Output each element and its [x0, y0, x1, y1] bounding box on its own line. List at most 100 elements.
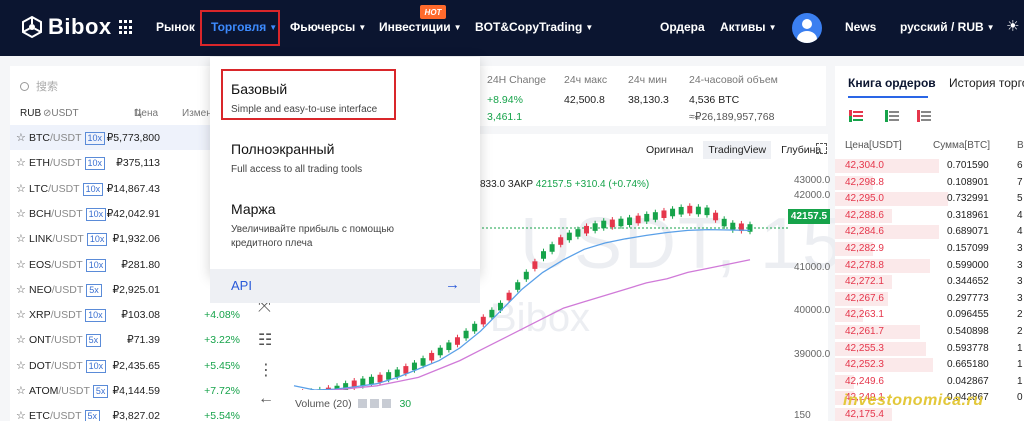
- back-arrow-icon[interactable]: ←: [258, 390, 274, 408]
- star-icon[interactable]: ☆: [16, 283, 26, 296]
- market-row[interactable]: ☆ XRP/USDT 10x ₽103.08 +4.08%: [10, 302, 246, 327]
- star-icon[interactable]: ☆: [16, 131, 26, 144]
- pair-name: BTC/USDT 10x: [29, 132, 106, 145]
- y-tick: 42000.0: [794, 190, 831, 201]
- close-icon[interactable]: [381, 399, 391, 408]
- book-row[interactable]: 42,261.7 0.540898 2: [835, 324, 1024, 341]
- pair-price: ₽2,435.65: [112, 359, 160, 372]
- book-total: 1: [1017, 342, 1023, 354]
- book-price: 42,295.0: [845, 193, 884, 205]
- tab-original[interactable]: Оригинал: [646, 144, 693, 156]
- nav-bot[interactable]: BOT&CopyTrading ▼: [475, 20, 593, 34]
- candle: [386, 372, 392, 380]
- star-icon[interactable]: ☆: [16, 182, 26, 195]
- pair-price: ₽1,932.06: [112, 233, 160, 246]
- star-icon[interactable]: ☆: [16, 333, 26, 346]
- market-row[interactable]: ☆ DOT/USDT 10x ₽2,435.65 +5.45%: [10, 353, 246, 378]
- filter-usdt[interactable]: ⊘ USDT: [43, 108, 79, 119]
- book-sell-icon[interactable]: [917, 110, 931, 122]
- nav-market[interactable]: Рынок: [156, 20, 195, 34]
- nav-invest[interactable]: Инвестиции ▼: [379, 20, 462, 34]
- book-row[interactable]: 42,249.6 0.042867 1: [835, 374, 1024, 391]
- book-amount: 0.540898: [947, 326, 989, 337]
- stat-max-label: 24ч макс: [564, 74, 608, 86]
- star-icon[interactable]: ☆: [16, 359, 26, 372]
- search-icon: [20, 81, 29, 91]
- book-price: 42,249.6: [845, 375, 884, 387]
- site-watermark: investonomica.ru: [843, 392, 984, 409]
- chevron-down-icon: ▼: [453, 23, 462, 32]
- book-total: 2: [1017, 309, 1023, 321]
- chevron-down-icon: ▼: [585, 23, 594, 32]
- book-price: 42,175.4: [845, 409, 884, 420]
- book-amount: 0.042867: [947, 375, 989, 387]
- book-price: 42,252.3: [845, 359, 884, 371]
- bibox-logo[interactable]: Bibox: [20, 14, 112, 40]
- book-row[interactable]: 42,255.3 0.593778 1: [835, 341, 1024, 358]
- star-icon[interactable]: ☆: [16, 156, 26, 169]
- menu-item-api[interactable]: API →: [210, 269, 480, 303]
- measure-tool-icon[interactable]: ⋮: [258, 360, 274, 380]
- book-row[interactable]: 42,282.9 0.157099 3: [835, 241, 1024, 258]
- star-icon[interactable]: ☆: [16, 384, 26, 397]
- book-row[interactable]: 42,295.0 0.732991 5: [835, 191, 1024, 208]
- stat-min: 24ч мин 38,130.3: [628, 74, 669, 106]
- book-row[interactable]: 42,304.0 0.701590 6: [835, 158, 1024, 175]
- theme-toggle-icon[interactable]: ☀: [1006, 19, 1022, 35]
- market-row[interactable]: ☆ ETC/USDT 5x ₽3,827.02 +5.54%: [10, 403, 246, 421]
- tab-order-book[interactable]: Книга ордеров: [848, 76, 936, 90]
- leverage-badge: 10x: [86, 233, 108, 247]
- user-avatar[interactable]: [792, 13, 822, 43]
- tab-tradingview[interactable]: TradingView: [703, 141, 772, 159]
- book-buy-icon[interactable]: [885, 110, 899, 122]
- book-row[interactable]: 42,252.3 0.665180 1: [835, 357, 1024, 374]
- nav-news[interactable]: News: [845, 20, 876, 34]
- nav-bot-label: BOT&CopyTrading: [475, 20, 583, 34]
- star-icon[interactable]: ☆: [16, 308, 26, 321]
- menu-item-margin[interactable]: Маржа Увеличивайте прибыль с помощью кре…: [231, 201, 421, 251]
- book-row[interactable]: 42,298.8 0.108901 7: [835, 175, 1024, 192]
- star-icon[interactable]: ☆: [16, 258, 26, 271]
- apps-grid-icon[interactable]: [119, 20, 134, 35]
- leverage-badge: 10x: [84, 132, 106, 145]
- book-price: 42,267.6: [845, 292, 884, 304]
- pair-base: ETH: [29, 157, 50, 170]
- tab-trade-history[interactable]: История торго: [949, 76, 1024, 90]
- book-row[interactable]: 42,284.6 0.689071 4: [835, 224, 1024, 241]
- book-amount: 0.593778: [947, 342, 989, 354]
- fullscreen-icon[interactable]: [816, 143, 827, 154]
- star-icon[interactable]: ☆: [16, 409, 26, 421]
- nav-assets[interactable]: Активы ▼: [720, 20, 776, 34]
- pair-base: DOT: [29, 359, 52, 372]
- nav-orders[interactable]: Ордера: [660, 20, 705, 34]
- star-icon[interactable]: ☆: [16, 207, 26, 220]
- pair-name: LTC/USDT 10x: [29, 182, 104, 196]
- col-price[interactable]: Цена ⇅: [134, 108, 158, 119]
- fib-tool-icon[interactable]: ☷: [258, 330, 272, 350]
- nav-locale[interactable]: русский / RUB ▼: [900, 20, 995, 34]
- market-row[interactable]: ☆ ONT/USDT 5x ₽71.39 +3.22%: [10, 327, 246, 352]
- candle: [713, 212, 719, 221]
- eye-icon[interactable]: [357, 399, 367, 408]
- leverage-badge: 10x: [85, 359, 107, 373]
- nav-futures[interactable]: Фьючерсы ▼: [290, 20, 366, 34]
- leverage-badge: 5x: [84, 410, 101, 421]
- hot-badge: HOT: [420, 5, 446, 19]
- pair-base: BCH: [29, 207, 52, 220]
- book-row[interactable]: 42,263.1 0.096455 2: [835, 307, 1024, 324]
- star-icon[interactable]: ☆: [16, 232, 26, 245]
- book-row[interactable]: 42,267.6 0.297773 3: [835, 291, 1024, 308]
- book-row[interactable]: 42,288.6 0.318961 4: [835, 208, 1024, 225]
- book-row[interactable]: 42,278.8 0.599000 3: [835, 258, 1024, 275]
- book-price: 42,272.1: [845, 276, 884, 288]
- book-both-icon[interactable]: [849, 110, 863, 122]
- search-input[interactable]: 搜索: [20, 78, 58, 94]
- filter-rub[interactable]: RUB: [20, 108, 41, 119]
- market-row[interactable]: ☆ ATOM/USDT 5x ₽4,144.59 +7.72%: [10, 378, 246, 403]
- book-row[interactable]: 42,272.1 0.344652 3: [835, 274, 1024, 291]
- settings-icon[interactable]: [369, 399, 379, 408]
- chevron-down-icon: ▼: [768, 23, 777, 32]
- menu-item-fullscreen[interactable]: Полноэкранный Full access to all trading…: [231, 141, 421, 177]
- stat-volume: 24-часовой объем 4,536 BTC ≈₽26,189,957,…: [689, 74, 778, 123]
- leverage-badge: 10x: [82, 182, 104, 196]
